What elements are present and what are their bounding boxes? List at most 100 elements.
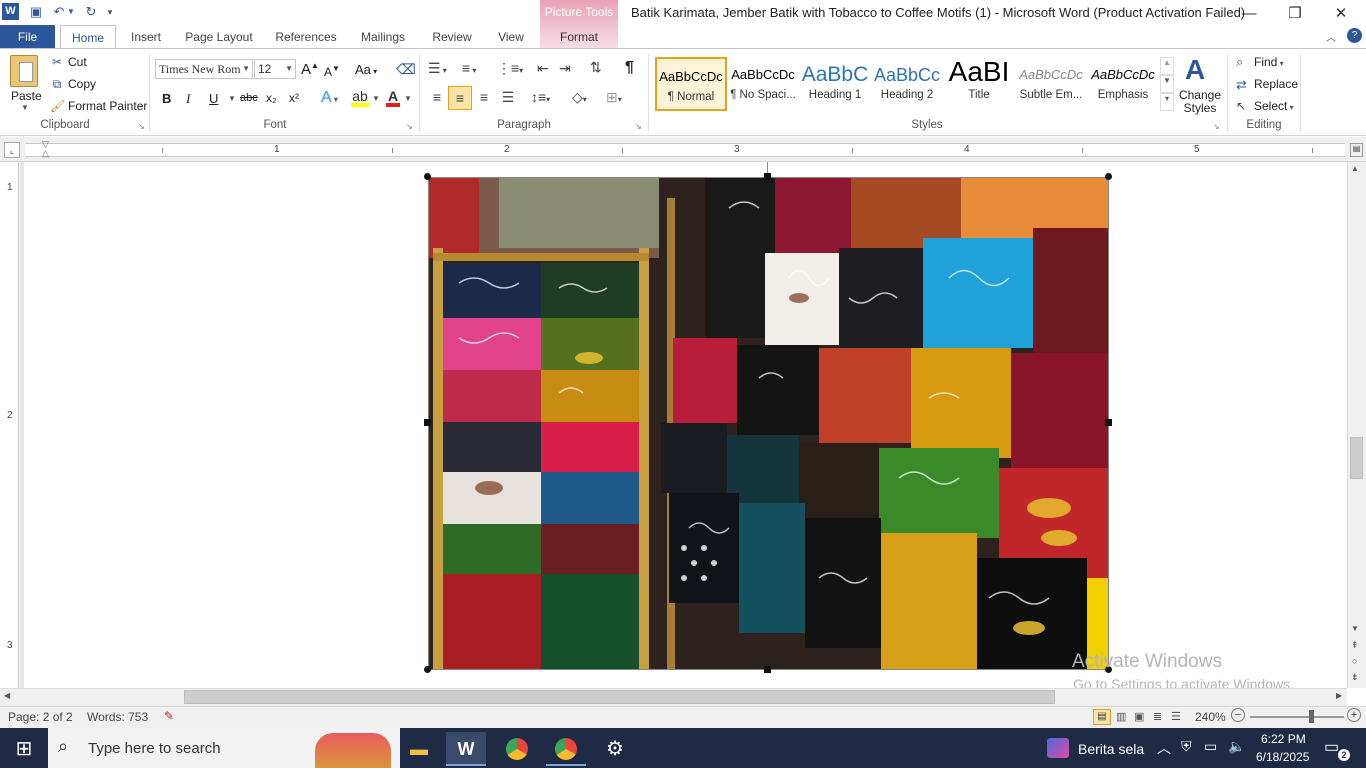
tab-insert[interactable]: Insert <box>122 25 170 49</box>
network-icon[interactable]: ▭ <box>1204 738 1217 755</box>
tab-mailings[interactable]: Mailings <box>352 25 414 49</box>
chrome-icon[interactable] <box>497 732 537 766</box>
resize-handle-sw[interactable] <box>424 666 431 673</box>
next-page-icon[interactable]: ⇟ <box>1351 672 1359 683</box>
styles-scroll-down-icon[interactable]: ▼ <box>1160 75 1174 93</box>
scroll-up-icon[interactable]: ▲ <box>1351 164 1359 173</box>
redo-icon[interactable]: ↻ <box>82 3 100 21</box>
style-emphasis[interactable]: AaBbCcDc Emphasis <box>1087 57 1159 111</box>
borders-icon[interactable]: ⊞▾ <box>606 89 622 106</box>
previous-page-icon[interactable]: ⇞ <box>1351 640 1359 651</box>
restore-button[interactable]: ❐ <box>1272 0 1318 28</box>
font-color-icon[interactable]: A <box>386 89 400 107</box>
style-heading-2[interactable]: AaBbCc Heading 2 <box>871 57 943 111</box>
clear-formatting-icon[interactable]: ⌫ <box>396 61 416 78</box>
bold-button[interactable]: B <box>162 91 171 106</box>
paste-icon[interactable] <box>10 55 38 87</box>
news-icon[interactable] <box>1047 738 1069 758</box>
settings-gear-icon[interactable]: ⚙ <box>595 732 635 766</box>
align-right-icon[interactable]: ≡ <box>475 89 493 105</box>
underline-button[interactable]: U <box>209 91 218 106</box>
tab-page-layout[interactable]: Page Layout <box>180 25 258 49</box>
find-button[interactable]: Find ▾ <box>1254 55 1284 69</box>
tray-chevron-icon[interactable]: ︿ <box>1157 738 1171 758</box>
batik-photo[interactable] <box>428 177 1109 670</box>
multilevel-list-icon[interactable]: ⋮≡▾ <box>497 60 523 77</box>
justify-icon[interactable]: ☰ <box>499 89 517 106</box>
style-subtle-emphasis[interactable]: AaBbCcDc Subtle Em... <box>1015 57 1087 111</box>
zoom-slider[interactable] <box>1250 716 1344 718</box>
minimize-button[interactable]: — <box>1226 0 1272 28</box>
italic-button[interactable]: I <box>186 91 190 107</box>
decrease-indent-icon[interactable]: ⇤ <box>537 60 549 77</box>
resize-handle-ne[interactable] <box>1105 173 1112 180</box>
strikethrough-button[interactable]: abc <box>240 92 258 104</box>
resize-handle-n[interactable] <box>764 173 771 180</box>
clock-date[interactable]: 6/18/2025 <box>1256 750 1309 764</box>
tab-file[interactable]: File <box>0 25 55 49</box>
copy-button[interactable]: Copy <box>68 77 96 91</box>
fruit-basket-icon[interactable] <box>315 733 391 768</box>
clipboard-launcher-icon[interactable]: ↘ <box>138 122 145 131</box>
style-heading-1[interactable]: AaBbC Heading 1 <box>799 57 871 111</box>
vertical-scrollbar[interactable] <box>1347 162 1366 688</box>
volume-icon[interactable]: 🔈 <box>1228 738 1245 755</box>
text-effects-button[interactable]: A ▾ <box>321 89 338 107</box>
scroll-left-icon[interactable]: ◀ <box>4 691 10 700</box>
increase-indent-icon[interactable]: ⇥ <box>559 60 571 77</box>
tab-view[interactable]: View <box>490 25 532 49</box>
paragraph-launcher-icon[interactable]: ↘ <box>635 122 642 131</box>
zoom-out-icon[interactable]: − <box>1231 708 1245 722</box>
align-left-icon[interactable]: ≡ <box>428 89 446 105</box>
highlight-dropdown-icon[interactable]: ▼ <box>372 94 380 103</box>
resize-handle-e[interactable] <box>1105 419 1112 426</box>
resize-handle-s[interactable] <box>764 666 771 673</box>
style-title[interactable]: AaBI Title <box>943 57 1015 111</box>
sort-icon[interactable]: ⇅ <box>590 59 602 76</box>
line-spacing-icon[interactable]: ↕≡▾ <box>531 89 550 105</box>
resize-handle-nw[interactable] <box>424 173 431 180</box>
scroll-right-icon[interactable]: ▶ <box>1336 691 1342 700</box>
vertical-scroll-thumb[interactable] <box>1350 437 1363 479</box>
indent-marker-icon[interactable]: ▽ △ <box>42 140 49 158</box>
tab-format[interactable]: Format <box>548 25 610 49</box>
scroll-down-icon[interactable]: ▼ <box>1351 624 1359 633</box>
clock-time[interactable]: 6:22 PM <box>1261 732 1306 746</box>
change-styles-button[interactable]: Change Styles <box>1178 89 1222 115</box>
view-ruler-icon[interactable]: ▤ <box>1350 143 1363 157</box>
horizontal-scroll-thumb[interactable] <box>184 690 1055 704</box>
proofing-icon[interactable]: ✎ <box>164 709 174 723</box>
font-family-combo[interactable]: Times New Rom ▼ <box>155 59 253 79</box>
font-color-dropdown-icon[interactable]: ▼ <box>404 94 412 103</box>
tab-references[interactable]: References <box>268 25 344 49</box>
select-button[interactable]: Select ▾ <box>1254 99 1294 113</box>
paste-button[interactable]: Paste <box>11 89 42 103</box>
help-icon[interactable]: ? <box>1347 28 1362 43</box>
windows-start-icon[interactable]: ⊞ <box>4 732 44 766</box>
resize-handle-w[interactable] <box>424 419 431 426</box>
format-painter-button[interactable]: Format Painter <box>68 99 147 113</box>
notification-center-icon[interactable]: ▭ <box>1324 737 1339 757</box>
highlight-icon[interactable]: ab <box>351 89 369 107</box>
grow-font-button[interactable]: A▲ <box>301 61 319 78</box>
underline-dropdown-icon[interactable]: ▼ <box>228 94 236 103</box>
paste-dropdown-icon[interactable]: ▼ <box>21 103 29 112</box>
word-taskbar-icon[interactable]: W <box>446 732 486 766</box>
horizontal-ruler[interactable] <box>25 143 1345 157</box>
style-no-spacing[interactable]: AaBbCcDc ¶ No Spaci... <box>727 57 799 111</box>
word-app-icon[interactable]: W <box>2 3 19 20</box>
outline-icon[interactable]: ≣ <box>1153 710 1162 723</box>
zoom-in-icon[interactable]: + <box>1347 708 1361 722</box>
web-layout-icon[interactable]: ▣ <box>1134 710 1144 723</box>
file-explorer-icon[interactable]: ▬ <box>399 732 439 766</box>
align-center-icon[interactable]: ≡ <box>448 86 472 110</box>
shrink-font-button[interactable]: A▼ <box>324 64 340 79</box>
shading-icon[interactable]: ◇▾ <box>572 89 587 106</box>
news-widget-label[interactable]: Berita sela <box>1078 741 1144 757</box>
numbering-icon[interactable]: ≡ ▾ <box>462 60 476 76</box>
draft-icon[interactable]: ☰ <box>1171 710 1181 723</box>
close-button[interactable]: ✕ <box>1318 0 1364 28</box>
print-layout-icon[interactable]: ▤ <box>1093 709 1111 725</box>
zoom-level[interactable]: 240% <box>1195 710 1226 724</box>
security-shield-icon[interactable]: ⛨ <box>1181 738 1192 755</box>
